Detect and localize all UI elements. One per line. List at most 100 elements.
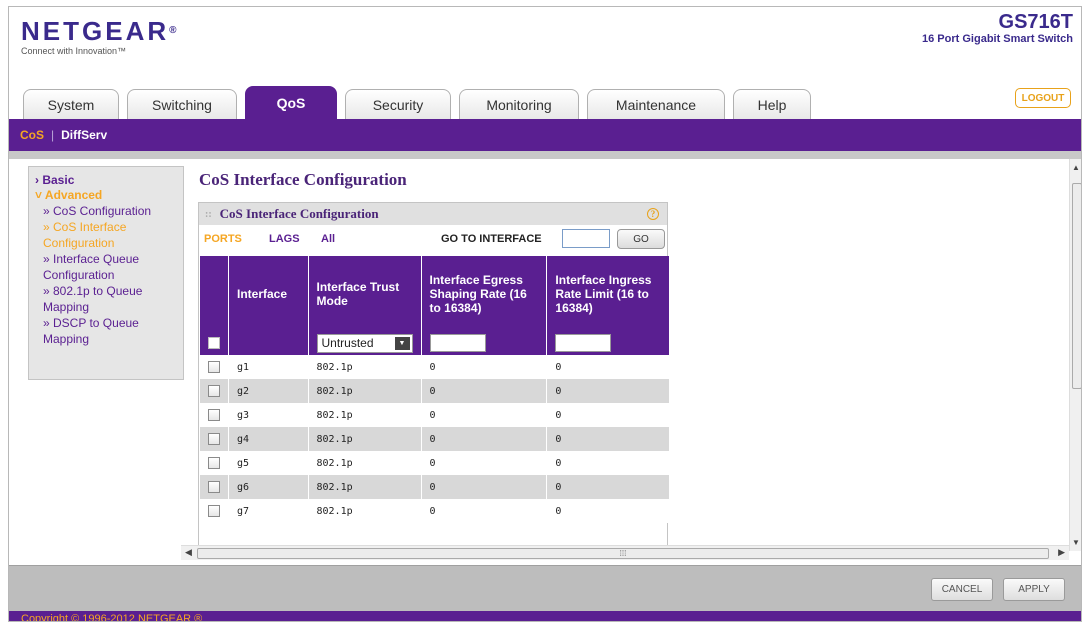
edit-egress-cell bbox=[420, 331, 547, 355]
model-description: 16 Port Gigabit Smart Switch bbox=[922, 33, 1073, 45]
row-select-cell bbox=[199, 499, 229, 523]
header-egress-rate: Interface Egress Shaping Rate (16 to 163… bbox=[420, 256, 547, 331]
scroll-down-icon[interactable]: ▼ bbox=[1072, 538, 1080, 547]
row-checkbox[interactable] bbox=[208, 481, 220, 493]
page-title: CoS Interface Configuration bbox=[199, 170, 407, 189]
row-select-cell bbox=[199, 379, 229, 403]
leftnav-advanced-label: Advanced bbox=[44, 188, 103, 202]
help-icon[interactable]: ? bbox=[647, 208, 659, 220]
edit-trust-cell: Untrusted ▼ bbox=[307, 331, 421, 355]
row-select-cell bbox=[199, 403, 229, 427]
row-egress-rate: 0 bbox=[420, 403, 547, 427]
logo-tagline: Connect with Innovation™ bbox=[21, 46, 127, 56]
trust-mode-select[interactable]: Untrusted ▼ bbox=[316, 333, 413, 353]
row-egress-rate: 0 bbox=[420, 451, 547, 475]
egress-rate-input[interactable] bbox=[429, 334, 486, 352]
row-ingress-rate: 0 bbox=[546, 427, 669, 451]
tab-help[interactable]: Help bbox=[733, 89, 811, 119]
header: NETGEAR® Connect with Innovation™ GS716T… bbox=[9, 7, 1081, 125]
select-all-checkbox[interactable] bbox=[207, 337, 220, 349]
row-interface: g7 bbox=[228, 499, 308, 523]
row-checkbox[interactable] bbox=[208, 505, 220, 517]
horizontal-scroll-thumb[interactable]: ⁞⁞⁞ bbox=[197, 548, 1049, 559]
ports-link[interactable]: PORTS bbox=[204, 233, 242, 245]
subnav-item-diffserv[interactable]: DiffServ bbox=[61, 128, 107, 142]
logout-button[interactable]: LOGOUT bbox=[1015, 88, 1071, 108]
row-interface: g2 bbox=[228, 379, 308, 403]
ingress-rate-input[interactable] bbox=[555, 334, 612, 352]
leftnav-item-label: Configuration bbox=[43, 236, 115, 250]
cancel-button[interactable]: CANCEL bbox=[931, 578, 993, 601]
table-row: g5 802.1p 0 0 bbox=[199, 451, 669, 475]
row-checkbox[interactable] bbox=[208, 385, 220, 397]
row-checkbox[interactable] bbox=[208, 457, 220, 469]
apply-button[interactable]: APPLY bbox=[1003, 578, 1065, 601]
vertical-scroll-thumb[interactable] bbox=[1072, 183, 1081, 389]
leftnav-item-interface-queue-configuration[interactable]: » Interface Queue Configuration bbox=[35, 251, 177, 283]
model-info: GS716T 16 Port Gigabit Smart Switch bbox=[922, 11, 1073, 45]
row-checkbox[interactable] bbox=[208, 361, 220, 373]
sub-navigation: CoS | DiffServ bbox=[9, 119, 1081, 151]
row-checkbox[interactable] bbox=[208, 409, 220, 421]
row-checkbox[interactable] bbox=[208, 433, 220, 445]
leftnav-item-8021p-to-queue-mapping[interactable]: » 802.1p to Queue Mapping bbox=[35, 283, 177, 315]
netgear-logo: NETGEAR® Connect with Innovation™ bbox=[21, 17, 180, 56]
divider-band bbox=[9, 151, 1081, 159]
tab-maintenance[interactable]: Maintenance bbox=[587, 89, 725, 119]
header-trust-mode: Interface Trust Mode bbox=[307, 256, 421, 331]
go-button[interactable]: GO bbox=[617, 229, 665, 249]
leftnav-item-dscp-to-queue-mapping[interactable]: » DSCP to Queue Mapping bbox=[35, 315, 177, 347]
table-row: g2 802.1p 0 0 bbox=[199, 379, 669, 403]
row-select-cell bbox=[199, 355, 229, 379]
goto-interface-input[interactable] bbox=[562, 229, 610, 248]
row-egress-rate: 0 bbox=[420, 379, 547, 403]
leftnav-basic-label: Basic bbox=[42, 173, 75, 187]
leftnav-item-label: » 802.1p to Queue bbox=[43, 284, 143, 298]
table-header-row: Interface Interface Trust Mode Interface… bbox=[199, 256, 669, 331]
leftnav-item-label: » DSCP to Queue bbox=[43, 316, 139, 330]
leftnav-item-cos-configuration[interactable]: » CoS Configuration bbox=[35, 203, 177, 219]
tab-switching[interactable]: Switching bbox=[127, 89, 237, 119]
leftnav-advanced[interactable]: ˅ Advanced bbox=[35, 188, 177, 203]
row-trust-mode: 802.1p bbox=[307, 427, 421, 451]
row-interface: g5 bbox=[228, 451, 308, 475]
scroll-up-icon[interactable]: ▲ bbox=[1072, 163, 1080, 172]
leftnav-item-label: » Interface Queue bbox=[43, 252, 140, 266]
tab-security[interactable]: Security bbox=[345, 89, 451, 119]
row-egress-rate: 0 bbox=[420, 427, 547, 451]
row-interface: g3 bbox=[228, 403, 308, 427]
copyright-text: Copyright © 1996-2012 NETGEAR ® bbox=[9, 611, 1081, 621]
subnav-item-cos[interactable]: CoS bbox=[20, 128, 44, 142]
tab-monitoring[interactable]: Monitoring bbox=[459, 89, 579, 119]
chevron-down-icon: ▼ bbox=[394, 336, 410, 350]
trust-mode-value: Untrusted bbox=[321, 336, 374, 350]
row-ingress-rate: 0 bbox=[546, 499, 669, 523]
leftnav-basic[interactable]: › Basic bbox=[35, 173, 177, 188]
logo-text: NETGEAR® bbox=[21, 16, 180, 46]
main-tabs: System Switching QoS Security Monitoring… bbox=[23, 86, 819, 119]
table-row: g6 802.1p 0 0 bbox=[199, 475, 669, 499]
tab-qos[interactable]: QoS bbox=[245, 86, 337, 119]
tab-system[interactable]: System bbox=[23, 89, 119, 119]
panel-title: CoS Interface Configuration bbox=[219, 206, 379, 221]
row-interface: g6 bbox=[228, 475, 308, 499]
leftnav-item-label: » CoS Interface bbox=[43, 220, 127, 234]
all-link[interactable]: All bbox=[321, 233, 335, 245]
row-trust-mode: 802.1p bbox=[307, 475, 421, 499]
row-ingress-rate: 0 bbox=[546, 379, 669, 403]
scroll-right-icon[interactable]: ▶ bbox=[1058, 547, 1065, 558]
scroll-left-icon[interactable]: ◀ bbox=[185, 547, 192, 558]
row-ingress-rate: 0 bbox=[546, 475, 669, 499]
horizontal-scrollbar[interactable]: ◀ ⁞⁞⁞ ▶ bbox=[181, 545, 1069, 560]
leftnav-item-cos-interface-configuration[interactable]: » CoS Interface Configuration bbox=[35, 219, 177, 251]
panel-header: :: CoS Interface Configuration ? bbox=[199, 203, 667, 225]
row-ingress-rate: 0 bbox=[546, 403, 669, 427]
row-select-cell bbox=[199, 451, 229, 475]
app-frame: NETGEAR® Connect with Innovation™ GS716T… bbox=[8, 6, 1082, 622]
row-trust-mode: 802.1p bbox=[307, 403, 421, 427]
row-select-cell bbox=[199, 475, 229, 499]
lags-link[interactable]: LAGS bbox=[269, 233, 300, 245]
table-row: g1 802.1p 0 0 bbox=[199, 355, 669, 379]
leftnav-item-label: Configuration bbox=[43, 268, 115, 282]
vertical-scrollbar[interactable]: ▲ ▼ bbox=[1069, 159, 1081, 551]
